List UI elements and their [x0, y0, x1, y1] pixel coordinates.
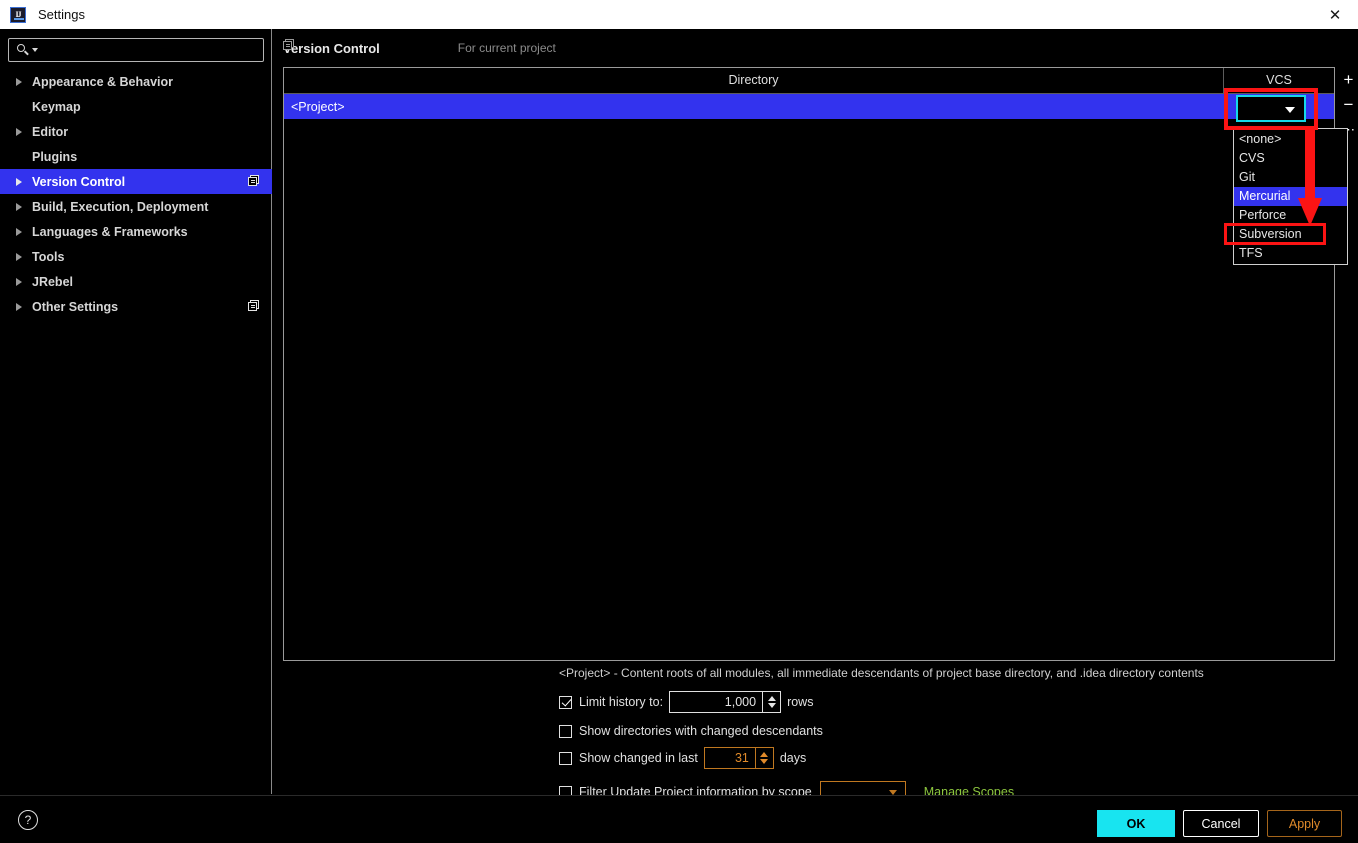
settings-dialog: Appearance & Behavior Keymap Editor Plug…: [0, 29, 1358, 843]
sidebar-item-version-control[interactable]: Version Control: [0, 169, 272, 194]
table-header-row: Directory VCS: [284, 68, 1334, 94]
limit-history-spinner[interactable]: 1,000: [669, 691, 782, 713]
table-row[interactable]: <Project>: [284, 94, 1334, 119]
limit-history-checkbox[interactable]: [559, 695, 572, 709]
sidebar-item-editor[interactable]: Editor: [0, 119, 272, 144]
show-changed-row: Show changed in last 31 days: [559, 747, 807, 769]
settings-tree: Appearance & Behavior Keymap Editor Plug…: [0, 69, 272, 319]
sidebar-item-label: Languages & Frameworks: [32, 224, 188, 239]
project-scope-icon: [283, 39, 452, 54]
sidebar-item-label: Keymap: [32, 99, 81, 114]
cell-directory: <Project>: [291, 99, 345, 114]
cancel-button[interactable]: Cancel: [1183, 810, 1259, 837]
search-input[interactable]: [32, 42, 263, 58]
settings-sidebar: Appearance & Behavior Keymap Editor Plug…: [0, 29, 272, 794]
limit-history-label: Limit history to:: [579, 695, 664, 709]
sidebar-item-languages-frameworks[interactable]: Languages & Frameworks: [0, 219, 272, 244]
vcs-option-git[interactable]: Git: [1234, 168, 1347, 187]
project-scope-indicator: For current project: [283, 39, 556, 55]
sidebar-item-label: Version Control: [32, 174, 126, 189]
expand-arrow-icon[interactable]: [16, 127, 30, 136]
window-title: Settings: [38, 7, 85, 22]
show-changed-checkbox[interactable]: [559, 751, 572, 765]
vcs-option-mercurial[interactable]: Mercurial: [1234, 187, 1347, 206]
spinner-buttons[interactable]: [762, 692, 780, 712]
sidebar-item-plugins[interactable]: Plugins: [0, 144, 272, 169]
column-header-directory[interactable]: Directory: [284, 68, 1224, 93]
sidebar-item-build-execution-deployment[interactable]: Build, Execution, Deployment: [0, 194, 272, 219]
expand-arrow-icon[interactable]: [16, 177, 30, 186]
dialog-footer: ? OK Cancel Apply: [0, 795, 1358, 843]
show-directories-row: Show directories with changed descendant…: [559, 721, 823, 741]
sidebar-item-keymap[interactable]: Keymap: [0, 94, 272, 119]
limit-history-row: Limit history to: 1,000 rows: [559, 691, 814, 713]
show-directories-label: Show directories with changed descendant…: [579, 724, 823, 738]
project-scope-icon: [248, 175, 260, 187]
sidebar-item-jrebel[interactable]: JRebel: [0, 269, 272, 294]
show-changed-label: Show changed in last: [579, 751, 698, 765]
vcs-dropdown-list[interactable]: <none> CVS Git Mercurial Perforce Subver…: [1233, 128, 1348, 265]
column-header-vcs[interactable]: VCS: [1224, 68, 1334, 93]
expand-arrow-icon[interactable]: [16, 202, 30, 211]
vcs-option-none[interactable]: <none>: [1234, 130, 1347, 149]
chevron-down-icon: [32, 47, 38, 52]
sidebar-item-label: Tools: [32, 249, 65, 264]
show-changed-value[interactable]: 31: [705, 748, 755, 768]
vcs-directory-table: Directory VCS <Project>: [283, 67, 1335, 661]
ok-button[interactable]: OK: [1097, 810, 1175, 837]
show-changed-suffix: days: [779, 751, 807, 765]
vcs-option-tfs[interactable]: TFS: [1234, 244, 1347, 263]
show-changed-spinner[interactable]: 31: [703, 747, 774, 769]
sidebar-item-label: Editor: [32, 124, 69, 139]
expand-arrow-icon[interactable]: [16, 302, 30, 311]
vcs-option-subversion[interactable]: Subversion: [1234, 225, 1347, 244]
expand-arrow-icon[interactable]: [16, 77, 30, 86]
apply-button[interactable]: Apply: [1267, 810, 1342, 837]
sidebar-item-label: JRebel: [32, 274, 73, 289]
window-titlebar: IJ Settings ✕: [0, 0, 1358, 29]
limit-history-suffix: rows: [787, 695, 814, 709]
sidebar-item-label: Plugins: [32, 149, 78, 164]
sidebar-item-other-settings[interactable]: Other Settings: [0, 294, 272, 319]
remove-mapping-button[interactable]: −: [1335, 92, 1358, 117]
expand-arrow-icon[interactable]: [16, 277, 30, 286]
search-icon: [17, 43, 38, 58]
help-icon[interactable]: ?: [18, 810, 38, 830]
sidebar-item-label: Other Settings: [32, 299, 119, 314]
vcs-combo-box[interactable]: [1236, 95, 1306, 122]
close-icon[interactable]: ✕: [1312, 0, 1358, 29]
show-directories-checkbox[interactable]: [559, 724, 572, 738]
project-scope-label: For current project: [457, 41, 556, 55]
search-box[interactable]: [8, 38, 264, 62]
sidebar-item-appearance-behavior[interactable]: Appearance & Behavior: [0, 69, 272, 94]
limit-history-value[interactable]: 1,000: [670, 692, 762, 712]
sidebar-item-label: Build, Execution, Deployment: [32, 199, 209, 214]
spinner-down-icon[interactable]: [760, 759, 769, 764]
expand-arrow-icon[interactable]: [16, 252, 30, 261]
panel-header: Version Control For current project: [283, 39, 556, 57]
spinner-down-icon[interactable]: [767, 703, 776, 708]
table-description: <Project> - Content roots of all modules…: [559, 666, 1204, 680]
expand-arrow-icon[interactable]: [16, 227, 30, 236]
add-mapping-button[interactable]: +: [1335, 67, 1358, 92]
intellij-idea-icon: IJ: [10, 6, 26, 23]
project-scope-icon: [248, 300, 260, 312]
spinner-up-icon[interactable]: [760, 752, 769, 757]
spinner-buttons[interactable]: [754, 748, 773, 768]
page-title: Version Control: [283, 40, 380, 56]
sidebar-item-tools[interactable]: Tools: [0, 244, 272, 269]
chevron-down-icon[interactable]: [1285, 107, 1295, 113]
sidebar-item-label: Appearance & Behavior: [32, 74, 174, 89]
vcs-option-cvs[interactable]: CVS: [1234, 149, 1347, 168]
spinner-up-icon[interactable]: [767, 696, 776, 701]
vcs-option-perforce[interactable]: Perforce: [1234, 206, 1347, 225]
version-control-panel: Version Control For current project Dire…: [273, 29, 1358, 803]
